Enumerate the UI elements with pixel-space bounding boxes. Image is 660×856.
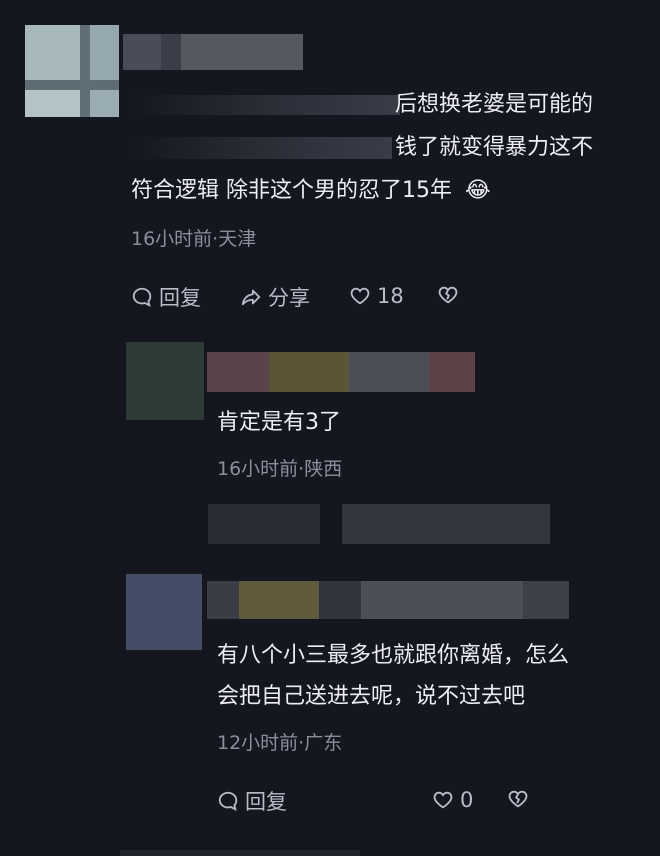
reply-text-line: 有八个小三最多也就跟你离婚，怎么 [217, 643, 570, 668]
laughing-emoji-icon: 😂 [465, 178, 491, 203]
next-item-edge [120, 850, 360, 856]
time-location: 12小时前·广东 [217, 732, 343, 754]
comment-text-line: 后想换老婆是可能的 [395, 92, 594, 117]
obscured-text [130, 137, 392, 159]
obscured-actions [208, 504, 320, 544]
chat-bubble-icon [132, 287, 152, 307]
reply-button[interactable]: 回复 [131, 282, 201, 312]
reply-label: 回复 [159, 286, 201, 310]
like-count: 0 [460, 788, 474, 812]
comment-text-line: 符合逻辑 除非这个男的忍了15年 😂 [131, 172, 491, 210]
avatar[interactable] [126, 574, 202, 650]
reply-label: 回复 [245, 790, 287, 814]
dislike-button[interactable] [437, 284, 459, 306]
comment-text-line: 钱了就变得暴力这不 [395, 135, 594, 160]
share-arrow-icon [241, 289, 261, 306]
heart-icon [433, 791, 453, 809]
obscured-actions [342, 504, 550, 544]
time-location: 16小时前·天津 [131, 228, 257, 250]
broken-heart-icon [438, 286, 458, 304]
avatar[interactable] [126, 342, 204, 420]
username[interactable] [123, 34, 303, 70]
reply-button[interactable]: 回复 [217, 786, 287, 816]
like-button[interactable]: 18 [349, 284, 404, 308]
share-label: 分享 [268, 286, 310, 310]
chat-bubble-icon [218, 791, 238, 811]
avatar[interactable] [25, 25, 119, 117]
like-button[interactable]: 0 [432, 788, 473, 812]
time-location: 16小时前·陕西 [217, 458, 343, 480]
username[interactable] [207, 581, 569, 619]
like-count: 18 [377, 284, 404, 308]
obscured-text [130, 95, 400, 115]
heart-icon [350, 287, 370, 305]
comment-text: 符合逻辑 除非这个男的忍了15年 [131, 178, 452, 203]
dislike-button[interactable] [507, 788, 529, 810]
broken-heart-icon [508, 790, 528, 808]
username[interactable] [207, 352, 475, 392]
share-button[interactable]: 分享 [240, 282, 310, 312]
reply-text-line: 会把自己送进去呢，说不过去吧 [217, 684, 526, 709]
reply-text: 肯定是有3了 [217, 410, 341, 435]
